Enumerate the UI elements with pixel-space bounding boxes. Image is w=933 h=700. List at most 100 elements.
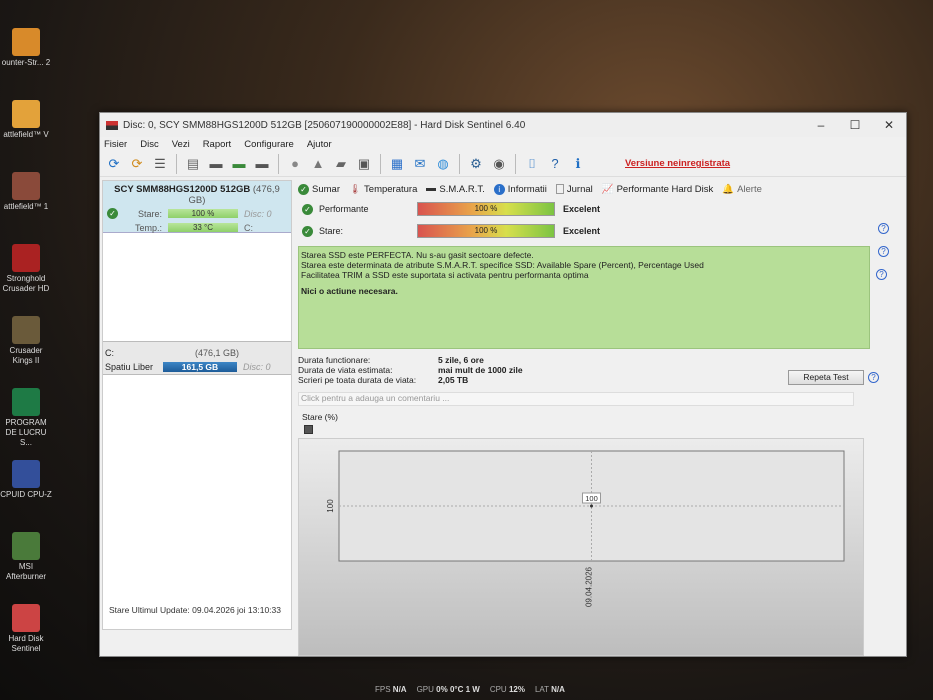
desktop-icon[interactable]: MSI Afterburner bbox=[0, 532, 52, 582]
app-icon bbox=[12, 244, 40, 272]
toolbar-separator bbox=[380, 153, 381, 174]
minimize-button[interactable]: – bbox=[804, 118, 838, 132]
tab-smart[interactable]: S.M.A.R.T. bbox=[426, 183, 485, 195]
temp-label: Temp.: bbox=[134, 222, 162, 233]
menu-raport[interactable]: Raport bbox=[203, 139, 232, 150]
menu-vezi[interactable]: Vezi bbox=[172, 139, 190, 150]
gpu-value: 0% 0°C 1 W bbox=[436, 685, 480, 694]
disk-item[interactable]: SCY SMM88HGS1200D 512GB (476,9 GB) ✓ Star… bbox=[103, 181, 291, 233]
help-icon[interactable]: ? bbox=[878, 223, 889, 234]
tab-label: S.M.A.R.T. bbox=[439, 183, 485, 195]
help-icon[interactable]: ? bbox=[878, 246, 889, 257]
app-icon bbox=[12, 388, 40, 416]
desktop-icon[interactable]: PROGRAM DE LUCRU S... bbox=[0, 388, 52, 448]
menu-disc[interactable]: Disc bbox=[140, 139, 158, 150]
help-icon[interactable]: ? bbox=[868, 372, 879, 383]
disk-surface-icon[interactable]: ▤ bbox=[183, 154, 203, 174]
last-update-status: Stare Ultimul Update: 09.04.2026 joi 13:… bbox=[109, 605, 282, 615]
cpu-label: CPU bbox=[489, 685, 507, 694]
temp-bar: 33 °C bbox=[168, 223, 238, 232]
desktop-icon-label: Stronghold Crusader HD bbox=[2, 274, 50, 293]
desktop-icon[interactable]: Crusader Kings II bbox=[0, 316, 52, 366]
desktop-icon[interactable]: ounter-Str... 2 bbox=[0, 28, 52, 68]
title-bar: Disc: 0, SCY SMM88HGS1200D 512GB [250607… bbox=[100, 113, 906, 137]
desktop-icon-label: Crusader Kings II bbox=[9, 346, 43, 365]
maximize-button[interactable]: ☐ bbox=[838, 118, 872, 132]
info-icon: i bbox=[493, 183, 505, 195]
health-chart-svg: 100 100 09.04.2026 bbox=[326, 450, 845, 607]
network-icon[interactable]: ◍ bbox=[433, 154, 453, 174]
app-icon bbox=[12, 100, 40, 128]
tab-alerte[interactable]: 🔔 Alerte bbox=[722, 184, 762, 195]
desktop-icon-label: attlefield™ 1 bbox=[3, 202, 49, 211]
gpu-label: GPU bbox=[416, 685, 434, 694]
disk-check-icon[interactable]: ▬ bbox=[229, 154, 249, 174]
disk-list-icon[interactable]: ☰ bbox=[150, 154, 170, 174]
app-icon bbox=[12, 316, 40, 344]
close-button[interactable]: ✕ bbox=[872, 118, 906, 132]
graph-icon: 📈 bbox=[601, 183, 614, 195]
drive-tools-icon[interactable]: ▣ bbox=[354, 154, 374, 174]
desktop-icon-label: attlefield™ V bbox=[3, 130, 49, 139]
tab-informatii[interactable]: i Informatii bbox=[493, 183, 547, 195]
app-icon bbox=[12, 604, 40, 632]
sound-icon[interactable]: ◉ bbox=[489, 154, 509, 174]
report-icon[interactable]: ▦ bbox=[387, 154, 407, 174]
data-point bbox=[590, 504, 593, 508]
info-icon[interactable]: ℹ bbox=[568, 154, 588, 174]
status-message: Starea este determinata de atribute S.M.… bbox=[301, 260, 704, 270]
tab-sumar[interactable]: ✓ Sumar bbox=[298, 183, 340, 195]
tab-jurnal[interactable]: Jurnal bbox=[555, 184, 593, 195]
disk-icon bbox=[426, 187, 437, 191]
toolbar-separator bbox=[459, 153, 460, 174]
menu-ajutor[interactable]: Ajutor bbox=[307, 139, 332, 150]
disk-name: SCY SMM88HGS1200D 512GB bbox=[114, 184, 251, 195]
desktop-icon-label: MSI Afterburner bbox=[5, 562, 47, 581]
desktop-icon-label: Hard Disk Sentinel bbox=[8, 634, 44, 653]
fps-value: N/A bbox=[392, 685, 407, 694]
lat-label: LAT bbox=[534, 685, 549, 694]
eject-icon[interactable]: ▲ bbox=[308, 154, 328, 174]
health-rating: Excelent bbox=[563, 226, 601, 236]
health-bar: 100 % bbox=[417, 224, 555, 238]
menu-fisier[interactable]: Fisier bbox=[104, 139, 127, 150]
desktop-icon[interactable]: CPUID CPU-Z bbox=[0, 460, 52, 500]
desktop-icon[interactable]: Hard Disk Sentinel bbox=[0, 604, 52, 654]
drive-info: Durata functionare: 5 zile, 6 ore Durata … bbox=[298, 355, 870, 385]
desktop-icon[interactable]: attlefield™ V bbox=[0, 100, 52, 140]
desktop-icon[interactable]: attlefield™ 1 bbox=[0, 172, 52, 212]
disk-gray-icon[interactable]: ● bbox=[285, 154, 305, 174]
unregistered-version-link[interactable]: Versiune neinregistrata bbox=[625, 158, 730, 169]
tab-temperatura[interactable]: 🌡 Temperatura bbox=[349, 184, 417, 195]
menu-configurare[interactable]: Configurare bbox=[244, 139, 294, 150]
partition-item[interactable]: C: (476,1 GB) Spatiu Liber 161,5 GB Disc: 0 bbox=[103, 341, 291, 375]
x-tick-label: 09.04.2026 bbox=[585, 566, 594, 607]
performance-rating: Excelent bbox=[563, 204, 601, 214]
repeat-test-button[interactable]: Repeta Test bbox=[788, 370, 864, 385]
desktop-icon[interactable]: Stronghold Crusader HD bbox=[0, 244, 52, 294]
disk-schedule-icon[interactable]: ▬ bbox=[206, 154, 226, 174]
save-icon[interactable] bbox=[304, 425, 313, 434]
comment-input[interactable]: Click pentru a adauga un comentariu ... bbox=[298, 392, 854, 406]
status-message: Starea SSD este PERFECTA. Nu s-au gasit … bbox=[301, 250, 534, 260]
tab-performante[interactable]: 📈 Performante Hard Disk bbox=[602, 184, 713, 195]
settings-icon[interactable]: ⚙ bbox=[466, 154, 486, 174]
thermometer-icon: 🌡 bbox=[348, 183, 362, 195]
lat-value: N/A bbox=[551, 685, 565, 694]
help-icon[interactable]: ? bbox=[545, 154, 565, 174]
email-icon[interactable]: ✉ bbox=[410, 154, 430, 174]
partition-size: (476,1 GB) bbox=[195, 347, 240, 358]
refresh-icon[interactable]: ⟳ bbox=[104, 154, 124, 174]
fps-label: FPS bbox=[375, 685, 391, 694]
info-label: Scrieri pe toata durata de viata: bbox=[298, 375, 417, 385]
alert-icon: 🔔 bbox=[722, 183, 735, 195]
ok-check-icon: ✓ bbox=[302, 203, 313, 215]
app-icon bbox=[12, 460, 40, 488]
disk-search-icon[interactable]: ▬ bbox=[252, 154, 272, 174]
refresh-warning-icon[interactable]: ⟳ bbox=[127, 154, 147, 174]
drives-icon[interactable]: ▰ bbox=[331, 154, 351, 174]
screenshot-icon[interactable]: ⌷ bbox=[522, 154, 542, 174]
ok-check-icon: ✓ bbox=[298, 183, 309, 195]
help-icon[interactable]: ? bbox=[876, 269, 887, 280]
ok-check-icon: ✓ bbox=[107, 208, 118, 219]
